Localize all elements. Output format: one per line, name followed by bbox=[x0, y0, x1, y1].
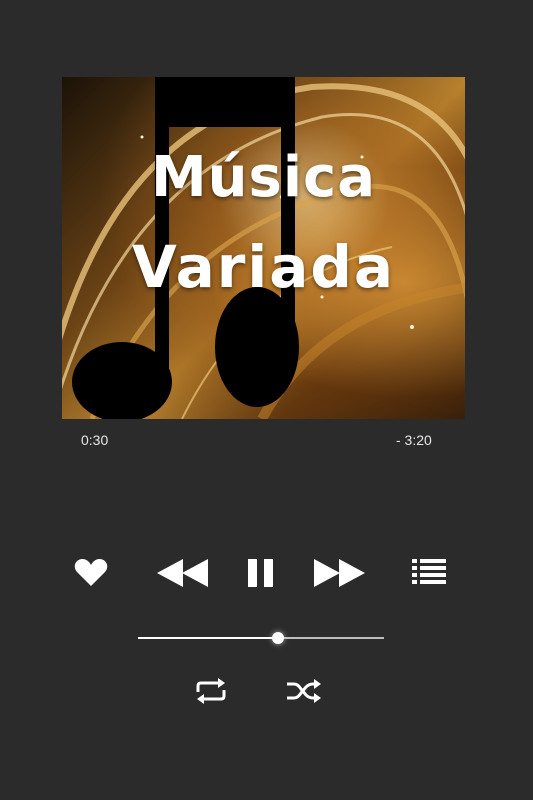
artwork-title-line2: Variada bbox=[131, 233, 396, 301]
next-button[interactable] bbox=[313, 559, 367, 587]
seek-thumb[interactable] bbox=[272, 632, 285, 644]
rewind-icon bbox=[157, 559, 208, 587]
heart-icon bbox=[74, 559, 108, 586]
repeat-icon bbox=[196, 678, 226, 704]
play-pause-button[interactable] bbox=[247, 559, 275, 587]
fast-forward-icon bbox=[314, 559, 365, 587]
favorite-button[interactable] bbox=[73, 558, 109, 588]
playlist-button[interactable] bbox=[412, 559, 446, 585]
pause-icon bbox=[248, 559, 273, 587]
seek-bar-progress bbox=[138, 637, 279, 639]
shuffle-button[interactable] bbox=[286, 679, 322, 703]
list-icon bbox=[412, 559, 446, 584]
artwork-title-line1: Música bbox=[150, 145, 377, 210]
seek-bar[interactable] bbox=[138, 632, 384, 644]
previous-button[interactable] bbox=[155, 559, 209, 587]
repeat-button[interactable] bbox=[194, 678, 228, 704]
remaining-time: - 3:20 bbox=[396, 432, 432, 448]
album-artwork: Música Variada bbox=[62, 77, 465, 419]
shuffle-icon bbox=[287, 679, 321, 703]
elapsed-time: 0:30 bbox=[81, 432, 109, 448]
